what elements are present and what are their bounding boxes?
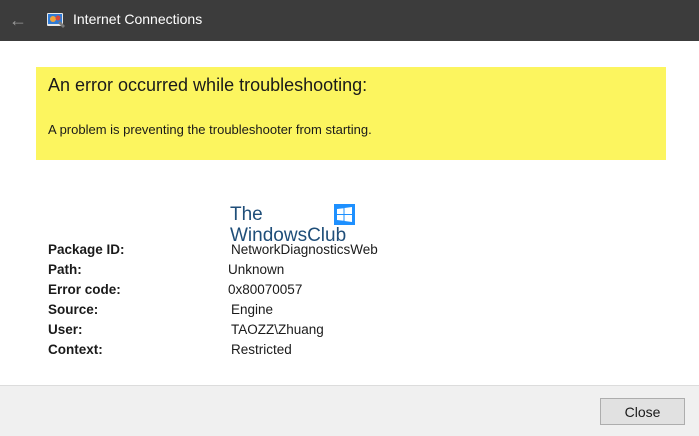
detail-row-error-code: Error code: 0x80070057 bbox=[48, 282, 468, 302]
detail-label: User: bbox=[48, 322, 83, 337]
detail-label: Path: bbox=[48, 262, 82, 277]
back-button[interactable]: ← bbox=[0, 0, 36, 41]
detail-value: 0x80070057 bbox=[228, 282, 303, 297]
detail-value: TAOZZ\Zhuang bbox=[231, 322, 324, 337]
error-heading: An error occurred while troubleshooting: bbox=[48, 75, 368, 95]
error-banner: An error occurred while troubleshooting:… bbox=[36, 67, 666, 160]
title-bar: ← Internet Connections bbox=[0, 0, 699, 41]
detail-row-package-id: Package ID: NetworkDiagnosticsWeb bbox=[48, 242, 468, 262]
detail-label: Source: bbox=[48, 302, 99, 317]
detail-value: Restricted bbox=[231, 342, 292, 357]
close-button[interactable]: Close bbox=[600, 398, 685, 425]
detail-label: Error code: bbox=[48, 282, 121, 297]
detail-value: NetworkDiagnosticsWeb bbox=[231, 242, 378, 257]
detail-label: Context: bbox=[48, 342, 103, 357]
detail-row-context: Context: Restricted bbox=[48, 342, 468, 362]
detail-value: Engine bbox=[231, 302, 274, 317]
detail-row-path: Path: Unknown bbox=[48, 262, 468, 282]
detail-label: Package ID: bbox=[48, 242, 125, 257]
watermark-line1: The bbox=[230, 204, 263, 225]
window-title: Internet Connections bbox=[73, 11, 203, 27]
troubleshooter-icon bbox=[47, 13, 65, 28]
back-arrow-icon: ← bbox=[9, 10, 27, 30]
detail-row-source: Source: Engine bbox=[48, 302, 468, 322]
footer-bar: Close bbox=[0, 385, 699, 436]
windows-logo-icon bbox=[334, 204, 355, 225]
detail-row-user: User: TAOZZ\Zhuang bbox=[48, 322, 468, 342]
error-message: A problem is preventing the troubleshoot… bbox=[48, 122, 372, 137]
detail-value: Unknown bbox=[228, 262, 285, 277]
